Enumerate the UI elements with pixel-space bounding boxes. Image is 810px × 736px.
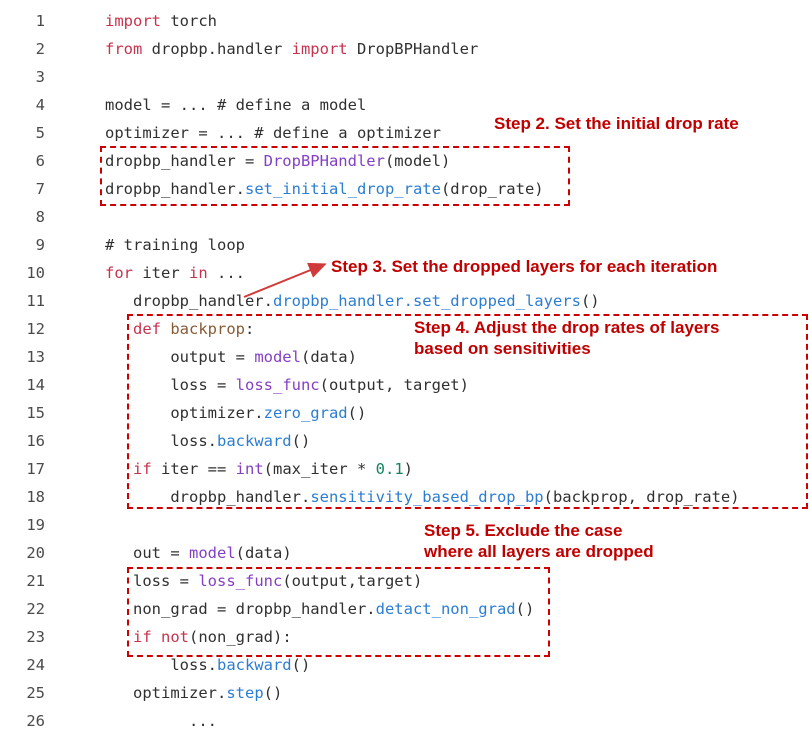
code-text: out = model(data) [105,544,292,562]
code-text: optimizer.step() [105,684,283,702]
code-text: def backprop: [133,320,255,338]
line-number: 21 [26,572,45,590]
line-number: 24 [26,656,45,674]
line-number: 6 [35,152,45,170]
code-text: dropbp_handler.sensitivity_based_drop_bp… [105,488,740,506]
line-number: 2 [35,40,45,58]
code-text: loss = loss_func(output, target) [105,376,469,394]
line-number: 14 [26,376,45,394]
code-text: loss.backward() [105,656,311,674]
code-text: model = ... # define a model [105,96,367,114]
line-number: 12 [26,320,45,338]
code-line: 14 loss = loss_func(output, target) [0,371,810,399]
code-line: 21 loss = loss_func(output,target) [0,567,810,595]
annotation-step4-line1: Step 4. Adjust the drop rates of layers [414,318,720,337]
code-text: dropbp_handler = DropBPHandler(model) [105,152,451,170]
code-text: # training loop [105,236,245,254]
line-number: 26 [26,712,45,730]
line-number: 18 [26,488,45,506]
code-text: loss = loss_func(output,target) [105,572,423,590]
annotation-step3: Step 3. Set the dropped layers for each … [331,257,718,276]
code-figure: { "colors": { "keyword": "#c5334e", "fun… [0,0,810,736]
line-number: 7 [35,180,45,198]
line-number: 5 [35,124,45,142]
annotation-step5-line2: where all layers are dropped [424,542,654,561]
code-text: loss.backward() [105,432,311,450]
code-line: 24 loss.backward() [0,651,810,679]
code-line: 25 optimizer.step() [0,679,810,707]
code-text: if iter == int(max_iter * 0.1) [133,460,413,478]
code-line: 11 dropbp_handler.dropbp_handler.set_dro… [0,287,810,315]
code-line: 19 [0,511,810,539]
code-line: 9 # training loop [0,231,810,259]
code-line: 17 if iter == int(max_iter * 0.1) [0,455,810,483]
line-number: 19 [26,516,45,534]
line-number: 1 [35,12,45,30]
line-number: 11 [26,292,45,310]
code-line: 26 ... [0,707,810,735]
annotation-step4: Step 4. Adjust the drop rates of layers … [414,317,719,359]
code-text: for iter in ... [105,264,245,282]
annotation-step2: Step 2. Set the initial drop rate [494,114,739,133]
code-line: 6 dropbp_handler = DropBPHandler(model) [0,147,810,175]
code-line: 18 dropbp_handler.sensitivity_based_drop… [0,483,810,511]
code-line: 23 if not(non_grad): [0,623,810,651]
code-text: non_grad = dropbp_handler.detact_non_gra… [105,600,535,618]
code-line: 3 [0,63,810,91]
line-number: 9 [35,236,45,254]
code-text: dropbp_handler.dropbp_handler.set_droppe… [105,292,600,310]
line-number: 3 [35,68,45,86]
code-line: 15 optimizer.zero_grad() [0,399,810,427]
annotation-step5-line1: Step 5. Exclude the case [424,521,623,540]
line-number: 22 [26,600,45,618]
code-text: optimizer = ... # define a optimizer [105,124,441,142]
annotation-step4-line2: based on sensitivities [414,339,591,358]
code-line: 2 from dropbp.handler import DropBPHandle… [0,35,810,63]
code-text: output = model(data) [105,348,357,366]
code-line: 8 [0,203,810,231]
code-text: dropbp_handler.set_initial_drop_rate(dro… [105,180,544,198]
arrow-step3-icon [243,262,327,298]
line-number: 4 [35,96,45,114]
code-line: 20 out = model(data) [0,539,810,567]
code-line: 22 non_grad = dropbp_handler.detact_non_… [0,595,810,623]
code-line: 7 dropbp_handler.set_initial_drop_rate(dr… [0,175,810,203]
line-number: 15 [26,404,45,422]
line-number: 25 [26,684,45,702]
line-number: 20 [26,544,45,562]
code-text: import torch [105,12,217,30]
code-text: from dropbp.handler import DropBPHandler [105,40,479,58]
code-line: 16 loss.backward() [0,427,810,455]
line-number: 17 [26,460,45,478]
code-text: optimizer.zero_grad() [105,404,367,422]
code-line: 1 import torch [0,7,810,35]
line-number: 10 [26,264,45,282]
line-number: 8 [35,208,45,226]
code-text: if not(non_grad): [133,628,292,646]
line-number: 16 [26,432,45,450]
annotation-step5: Step 5. Exclude the case where all layer… [424,520,654,562]
code-text: ... [105,712,217,730]
line-number: 13 [26,348,45,366]
line-number: 23 [26,628,45,646]
